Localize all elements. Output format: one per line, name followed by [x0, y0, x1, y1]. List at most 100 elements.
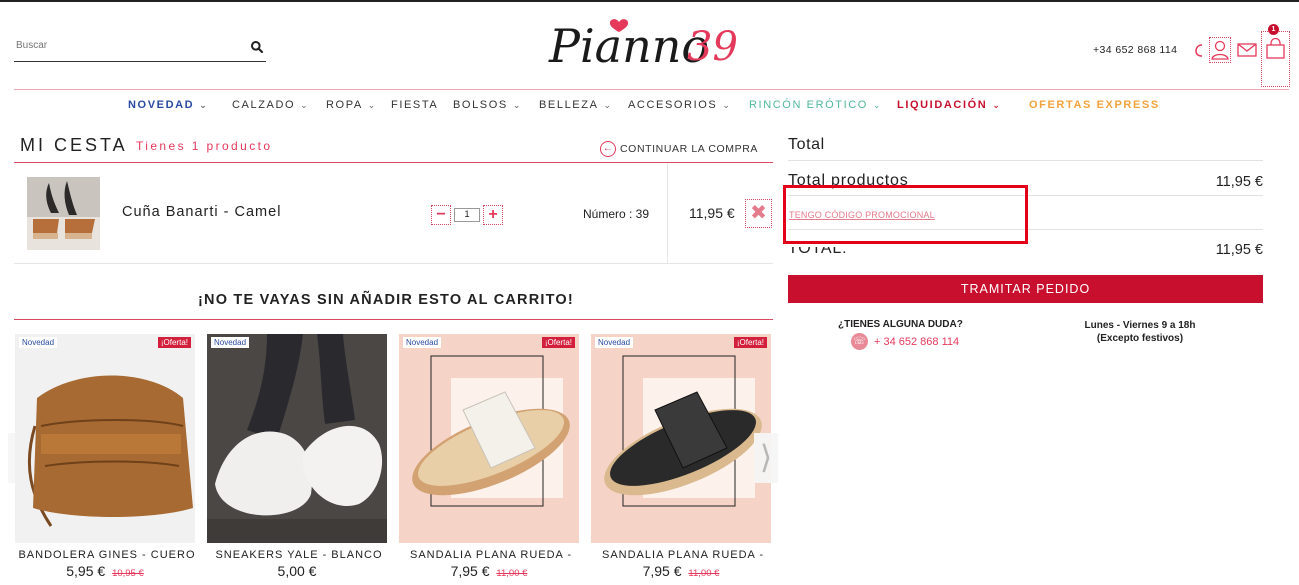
nav-item-belleza[interactable]: BELLEZA ⌄: [539, 99, 613, 111]
product-prices: 5,95 € 10,95 €: [15, 563, 195, 579]
hours-line: Lunes - Viernes 9 a 18h: [1084, 320, 1196, 331]
chevron-down-icon: ⌄: [367, 100, 377, 110]
site-header: Pianno 39 +34 652 868 114 1: [0, 0, 1299, 90]
chevron-down-icon: ⌄: [199, 100, 209, 110]
summary-title: Total: [788, 136, 825, 153]
user-icon[interactable]: [1209, 37, 1231, 63]
opening-hours: Lunes - Viernes 9 a 18h (Excepto festivo…: [1065, 319, 1215, 345]
chevron-down-icon: ⌄: [603, 100, 613, 110]
logo-number: 39: [687, 24, 738, 70]
product-prices: 7,95 € 11,00 €: [399, 563, 579, 579]
hours-note: (Excepto festivos): [1096, 333, 1184, 344]
upsell-divider: [14, 319, 773, 320]
basket-divider: [14, 162, 773, 163]
nav-item-ofertas-express[interactable]: OFERTAS EXPRESS: [1029, 99, 1160, 111]
promo-highlight-box: [783, 185, 1028, 244]
checkout-button[interactable]: TRAMITAR PEDIDO: [788, 275, 1263, 303]
column-divider: [667, 163, 668, 263]
upsell-product-card[interactable]: Novedad ¡Oferta! BANDOLERA GINES - CUERO…: [15, 334, 195, 585]
product-thumbnail[interactable]: [27, 177, 100, 250]
nav-label: RINCÓN ERÓTICO: [749, 99, 868, 111]
basket-item-name[interactable]: Cuña Banarti - Camel: [122, 204, 281, 220]
upsell-product-card[interactable]: Novedad SNEAKERS YALE - BLANCO 5,00 €: [207, 334, 387, 585]
help-phone-number: + 34 652 868 114: [874, 335, 960, 348]
upsell-title: ¡NO TE VAYAS SIN AÑADIR ESTO AL CARRITO!: [198, 292, 574, 308]
cart-button[interactable]: [1261, 31, 1290, 87]
product-prices: 7,95 € 11,00 €: [591, 563, 771, 579]
cart-bag-icon: [1266, 38, 1285, 59]
main-nav: NOVEDAD ⌄ CALZADO ⌄ ROPA ⌄ FIESTA BOLSOS ⌄ B…: [0, 99, 1299, 117]
nav-label: ROPA: [326, 99, 363, 111]
basket-divider-bottom: [14, 263, 773, 264]
upsell-product-card[interactable]: Novedad ¡Oferta! SANDALIA PLANA RUEDA - …: [399, 334, 579, 585]
summary-total-value: 11,95 €: [1215, 242, 1263, 258]
decrease-quantity-button[interactable]: −: [431, 205, 451, 225]
nav-item-fiesta[interactable]: FIESTA: [391, 99, 438, 111]
chevron-down-icon: ⌄: [872, 100, 883, 110]
brand-logo[interactable]: Pianno 39: [545, 10, 760, 88]
basket-title: MI CESTA: [20, 135, 128, 155]
whatsapp-icon: ☏: [851, 333, 868, 350]
basket-count: Tienes 1 producto: [136, 139, 273, 153]
nav-label: ACCESORIOS: [628, 99, 718, 111]
phone-icon[interactable]: [1192, 38, 1206, 62]
product-price: 5,00 €: [277, 563, 317, 579]
basket-item-size: Número : 39: [583, 207, 650, 221]
chevron-down-icon: ⌄: [992, 100, 1002, 110]
summary-divider: [788, 160, 1263, 161]
product-name[interactable]: SANDALIA PLANA RUEDA -: [393, 549, 589, 561]
quantity-stepper: − 1 +: [431, 205, 503, 225]
badge-offer: ¡Oferta!: [541, 337, 575, 348]
search-input[interactable]: [16, 40, 236, 51]
nav-label: FIESTA: [391, 99, 439, 111]
continue-label: CONTINUAR LA COMPRA: [620, 143, 758, 155]
upsell-product-card[interactable]: Novedad ¡Oferta! SANDALIA PLANA RUEDA - …: [591, 334, 771, 585]
product-name[interactable]: BANDOLERA GINES - CUERO: [9, 549, 205, 561]
remove-item-button[interactable]: ✖: [745, 199, 772, 228]
mail-icon[interactable]: [1236, 38, 1258, 62]
header-phone[interactable]: +34 652 868 114: [1093, 44, 1177, 56]
cart-count-badge: 1: [1268, 24, 1279, 35]
product-name[interactable]: SANDALIA PLANA RUEDA -: [585, 549, 781, 561]
product-price: 7,95 €: [642, 563, 682, 579]
product-prices: 5,00 €: [207, 563, 387, 579]
nav-item-liquidacion[interactable]: LIQUIDACIÓN ⌄: [897, 99, 1001, 111]
badge-new: Novedad: [211, 337, 250, 348]
product-image[interactable]: [591, 334, 771, 543]
nav-item-ropa[interactable]: ROPA ⌄: [326, 99, 377, 111]
nav-label: OFERTAS EXPRESS: [1029, 99, 1160, 111]
product-price: 5,95 €: [66, 563, 106, 579]
product-image[interactable]: [15, 334, 195, 543]
arrow-left-icon: ←: [600, 141, 616, 157]
basket-item-price: 11,95 €: [689, 205, 735, 221]
chevron-down-icon: ⌄: [300, 100, 310, 110]
nav-label: LIQUIDACIÓN: [897, 99, 988, 111]
search-icon[interactable]: [250, 40, 264, 54]
nav-item-novedad[interactable]: NOVEDAD ⌄: [128, 99, 208, 111]
nav-label: BOLSOS: [453, 99, 508, 111]
badge-offer: ¡Oferta!: [157, 337, 191, 348]
product-image[interactable]: [399, 334, 579, 543]
nav-item-rincon-erotico[interactable]: RINCÓN ERÓTICO ⌄: [749, 99, 882, 111]
product-price: 7,95 €: [450, 563, 490, 579]
summary-products-value: 11,95 €: [1215, 174, 1263, 190]
badge-new: Novedad: [403, 337, 442, 348]
nav-item-accesorios[interactable]: ACCESORIOS ⌄: [628, 99, 732, 111]
product-image[interactable]: [207, 334, 387, 543]
continue-shopping-link[interactable]: ← CONTINUAR LA COMPRA: [600, 141, 758, 157]
chevron-down-icon: ⌄: [722, 100, 732, 110]
product-name[interactable]: SNEAKERS YALE - BLANCO: [201, 549, 397, 561]
badge-new: Novedad: [19, 337, 58, 348]
nav-item-bolsos[interactable]: BOLSOS ⌄: [453, 99, 522, 111]
quantity-input[interactable]: 1: [454, 208, 480, 222]
help-phone-link[interactable]: ☏ + 34 652 868 114: [851, 333, 959, 350]
logo-text: Pianno: [548, 19, 709, 73]
increase-quantity-button[interactable]: +: [483, 205, 503, 225]
product-old-price: 11,00 €: [688, 568, 720, 579]
nav-label: CALZADO: [232, 99, 296, 111]
nav-label: NOVEDAD: [128, 99, 195, 111]
chevron-down-icon: ⌄: [512, 100, 522, 110]
nav-divider: [14, 89, 1289, 90]
nav-item-calzado[interactable]: CALZADO ⌄: [232, 99, 309, 111]
carousel-next-button[interactable]: ⟩: [754, 433, 778, 483]
